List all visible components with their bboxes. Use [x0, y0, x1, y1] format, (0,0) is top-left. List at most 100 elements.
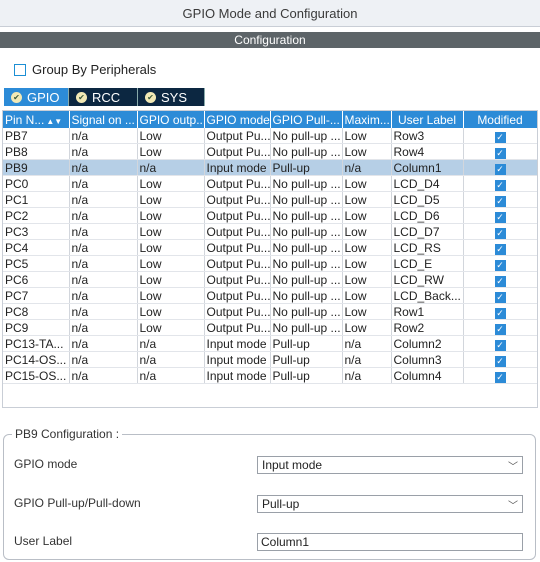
cell-output: Low	[137, 207, 205, 224]
table-row[interactable]: PB9 n/a n/a Input mode Pull-up n/a Column1 ✓	[3, 159, 537, 176]
table-row[interactable]: PC7 n/a Low Output Pu... No pull-up ... Low LC…	[3, 287, 537, 304]
cell-modified[interactable]: ✓	[463, 367, 537, 384]
cell-pull: No pull-up ...	[270, 128, 343, 144]
cell-output: Low	[137, 191, 205, 208]
col-header-signal[interactable]: Signal on ...	[69, 111, 138, 128]
checkbox-checked-icon[interactable]: ✓	[494, 307, 506, 319]
cell-modified[interactable]: ✓	[463, 351, 537, 368]
table-row[interactable]: PC1 n/a Low Output Pu... No pull-up ... Low LC…	[3, 191, 537, 208]
sort-arrow-icon: ▲▼	[46, 116, 63, 126]
checkbox-checked-icon[interactable]: ✓	[494, 275, 506, 287]
table-row[interactable]: PC3 n/a Low Output Pu... No pull-up ... Low LC…	[3, 223, 537, 240]
table-header-row: Pin N... ▲▼ Signal on ... GPIO outp... GP…	[3, 111, 537, 128]
cell-mode: Input mode	[204, 159, 271, 176]
cell-modified[interactable]: ✓	[463, 303, 537, 320]
cell-modified[interactable]: ✓	[463, 128, 537, 144]
table-row[interactable]: PB7 n/a Low Output Pu... No pull-up ... Low Ro…	[3, 128, 537, 144]
checkbox-checked-icon[interactable]: ✓	[494, 243, 506, 255]
cell-signal: n/a	[69, 159, 138, 176]
cell-label: Column2	[391, 335, 464, 352]
cell-signal: n/a	[69, 143, 138, 160]
checkbox-checked-icon[interactable]: ✓	[494, 291, 506, 303]
table-row[interactable]: PC4 n/a Low Output Pu... No pull-up ... Low LC…	[3, 239, 537, 256]
table-row[interactable]: PC14-OS... n/a n/a Input mode Pull-up n/a Colu…	[3, 351, 537, 368]
cell-label: Column4	[391, 367, 464, 384]
checkbox-checked-icon[interactable]: ✓	[494, 355, 506, 367]
checkbox-checked-icon[interactable]: ✓	[494, 147, 506, 159]
cell-pin: PC2	[3, 207, 70, 224]
col-header-user-label[interactable]: User Label	[391, 111, 464, 128]
col-header-gpio-pull[interactable]: GPIO Pull-...	[270, 111, 343, 128]
checkbox-checked-icon[interactable]: ✓	[494, 339, 506, 351]
cell-mode: Output Pu...	[204, 175, 271, 192]
checkbox-checked-icon[interactable]: ✓	[494, 259, 506, 271]
cell-max: n/a	[342, 159, 392, 176]
cell-mode: Output Pu...	[204, 207, 271, 224]
gpio-mode-select[interactable]: Input mode ﹀	[257, 456, 523, 474]
table-row[interactable]: PC9 n/a Low Output Pu... No pull-up ... Low Ro…	[3, 319, 537, 336]
tab-gpio-label: GPIO	[27, 89, 60, 105]
cell-max: Low	[342, 255, 392, 272]
checkbox-checked-icon[interactable]: ✓	[494, 323, 506, 335]
table-row[interactable]: PC5 n/a Low Output Pu... No pull-up ... Low LC…	[3, 255, 537, 272]
tab-rcc[interactable]: ✔ RCC	[69, 88, 138, 106]
table-row[interactable]: PC8 n/a Low Output Pu... No pull-up ... Low Ro…	[3, 303, 537, 320]
checkbox-checked-icon[interactable]: ✓	[494, 163, 506, 175]
check-circle-icon: ✔	[76, 91, 87, 103]
cell-modified[interactable]: ✓	[463, 335, 537, 352]
group-by-peripherals-checkbox[interactable]: Group By Peripherals	[14, 62, 156, 77]
cell-pull: Pull-up	[270, 335, 343, 352]
checkbox-checked-icon[interactable]: ✓	[494, 179, 506, 191]
cell-modified[interactable]: ✓	[463, 175, 537, 192]
cell-modified[interactable]: ✓	[463, 223, 537, 240]
cell-output: Low	[137, 303, 205, 320]
checkbox-checked-icon[interactable]: ✓	[494, 195, 506, 207]
tab-gpio[interactable]: ✔ GPIO	[4, 88, 69, 106]
checkbox-checked-icon[interactable]: ✓	[494, 131, 506, 143]
cell-signal: n/a	[69, 303, 138, 320]
col-header-modified[interactable]: Modified	[463, 111, 537, 128]
cell-modified[interactable]: ✓	[463, 143, 537, 160]
table-row[interactable]: PC2 n/a Low Output Pu... No pull-up ... Low LC…	[3, 207, 537, 224]
cell-modified[interactable]: ✓	[463, 239, 537, 256]
col-header-max-speed[interactable]: Maxim...	[342, 111, 392, 128]
cell-label: LCD_RS	[391, 239, 464, 256]
checkbox-checked-icon[interactable]: ✓	[494, 371, 506, 383]
gpio-pull-select[interactable]: Pull-up ﹀	[257, 495, 523, 513]
cell-modified[interactable]: ✓	[463, 287, 537, 304]
cell-modified[interactable]: ✓	[463, 191, 537, 208]
cell-modified[interactable]: ✓	[463, 207, 537, 224]
cell-modified[interactable]: ✓	[463, 319, 537, 336]
cell-modified[interactable]: ✓	[463, 255, 537, 272]
col-header-gpio-output[interactable]: GPIO outp...	[137, 111, 205, 128]
gpio-pull-label: GPIO Pull-up/Pull-down	[14, 496, 141, 510]
cell-mode: Input mode	[204, 351, 271, 368]
table-row[interactable]: PC13-TA... n/a n/a Input mode Pull-up n/a Colu…	[3, 335, 537, 352]
cell-pin: PC6	[3, 271, 70, 288]
cell-pull: No pull-up ...	[270, 207, 343, 224]
cell-modified[interactable]: ✓	[463, 271, 537, 288]
tab-sys[interactable]: ✔ SYS	[138, 88, 205, 106]
col-header-pin-name[interactable]: Pin N... ▲▼	[3, 111, 70, 128]
table-row[interactable]: PC6 n/a Low Output Pu... No pull-up ... Low LC…	[3, 271, 537, 288]
table-row[interactable]: PC15-OS... n/a n/a Input mode Pull-up n/a Colu…	[3, 367, 537, 384]
table-row[interactable]: PC0 n/a Low Output Pu... No pull-up ... Low LC…	[3, 175, 537, 192]
pin-configuration-title: PB9 Configuration :	[12, 427, 123, 441]
cell-output: Low	[137, 143, 205, 160]
checkbox-checked-icon[interactable]: ✓	[494, 211, 506, 223]
cell-mode: Input mode	[204, 335, 271, 352]
user-label-input[interactable]: Column1	[257, 533, 523, 551]
cell-pull: No pull-up ...	[270, 143, 343, 160]
col-header-gpio-mode[interactable]: GPIO mode	[204, 111, 271, 128]
cell-label: Column1	[391, 159, 464, 176]
cell-signal: n/a	[69, 335, 138, 352]
cell-label: Row1	[391, 303, 464, 320]
cell-signal: n/a	[69, 271, 138, 288]
checkbox-checked-icon[interactable]: ✓	[494, 227, 506, 239]
checkbox-icon[interactable]	[14, 63, 26, 76]
cell-mode: Output Pu...	[204, 128, 271, 144]
pin-configuration-panel: PB9 Configuration : GPIO mode Input mode…	[3, 427, 536, 560]
cell-modified[interactable]: ✓	[463, 159, 537, 176]
table-row[interactable]: PB8 n/a Low Output Pu... No pull-up ... Low Ro…	[3, 143, 537, 160]
cell-output: Low	[137, 239, 205, 256]
